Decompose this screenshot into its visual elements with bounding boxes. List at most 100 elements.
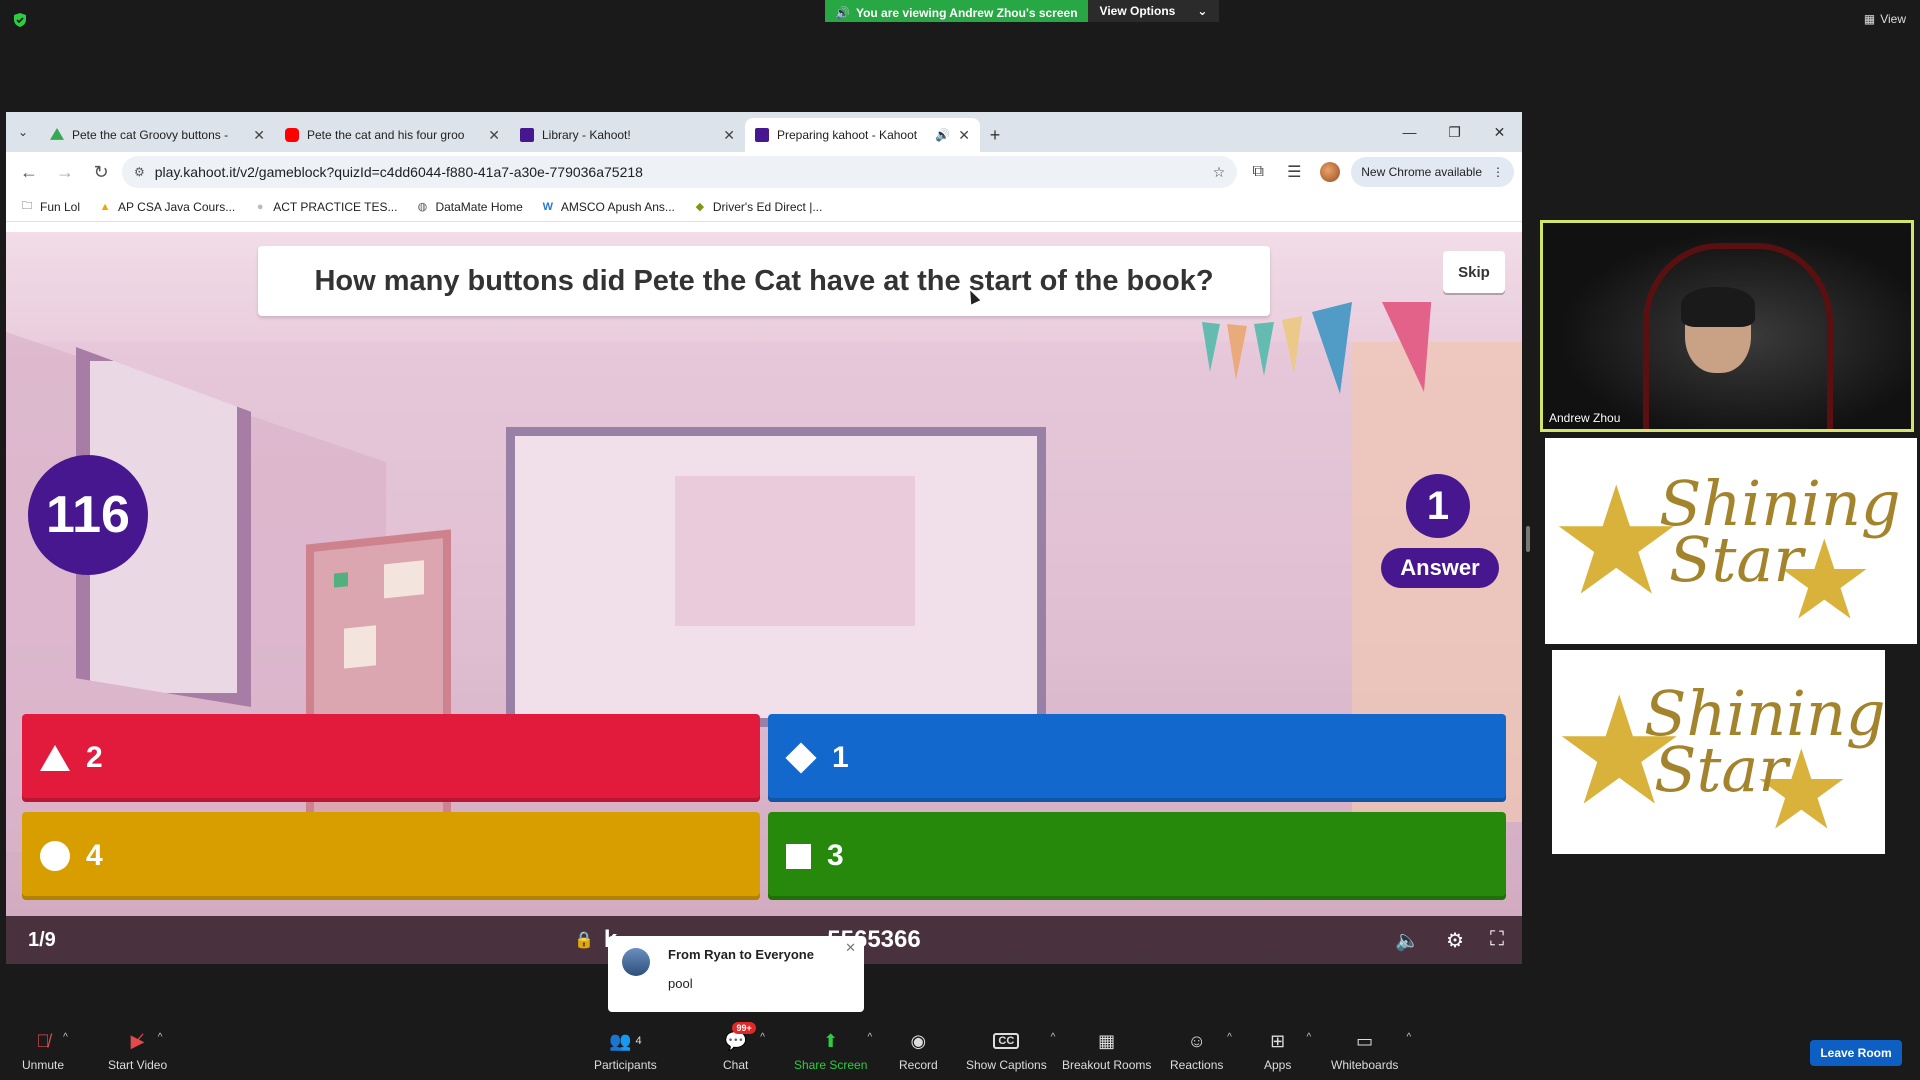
chat-notification[interactable]: From Ryan to Everyone pool ✕ (608, 936, 864, 1012)
settings-gear-icon[interactable]: ⚙ (1446, 928, 1464, 953)
shared-browser-window: ⌄ Pete the cat Groovy buttons - ✕ Pete t… (6, 112, 1522, 964)
skip-button[interactable]: Skip (1443, 251, 1505, 293)
participants-button[interactable]: 👥 4 Participants (594, 1030, 657, 1073)
globe-icon: ◍ (417, 201, 428, 213)
profile-avatar[interactable] (1315, 157, 1345, 187)
bookmark-amsco[interactable]: W AMSCO Apush Ans... (541, 200, 675, 214)
close-icon[interactable]: ✕ (845, 940, 856, 956)
view-options-label: View Options (1099, 4, 1176, 18)
extensions-icon[interactable]: ⧉ (1243, 157, 1273, 187)
chevron-up-icon[interactable]: ^ (1227, 1032, 1232, 1043)
participants-icon: 👥 4 (609, 1030, 642, 1051)
viewing-text: You are viewing Andrew Zhou's screen (855, 6, 1078, 20)
tab-title: Pete the cat and his four groo (307, 128, 465, 142)
shining-star-logo: Shining Star (1644, 683, 1885, 801)
new-tab-button[interactable]: + (980, 118, 1010, 152)
reactions-label: Reactions (1170, 1058, 1224, 1072)
restore-icon[interactable]: ❐ (1432, 112, 1477, 152)
tab-kahoot-library[interactable]: Library - Kahoot! ✕ (510, 118, 745, 152)
weebly-icon: W (542, 200, 554, 213)
close-tab-icon[interactable]: ✕ (958, 127, 970, 144)
bookmark-act-practice[interactable]: ● ACT PRACTICE TES... (253, 199, 398, 214)
site-info-icon[interactable]: ⚙ (134, 165, 145, 179)
tab-youtube-pete[interactable]: Pete the cat and his four groo ✕ (275, 118, 510, 152)
tab-title: Library - Kahoot! (542, 128, 631, 142)
close-tab-icon[interactable]: ✕ (488, 127, 500, 144)
address-bar[interactable]: ⚙ play.kahoot.it/v2/gameblock?quizId=c4d… (122, 156, 1238, 188)
security-shield-icon[interactable] (12, 12, 28, 28)
view-grid-icon: ▦ (1863, 12, 1876, 26)
tab-preparing-kahoot[interactable]: Preparing kahoot - Kahoot 🔊 ✕ (745, 118, 980, 152)
apps-button[interactable]: ⊞ ^ Apps (1264, 1030, 1312, 1073)
whiteboards-button[interactable]: ▭ ^ Whiteboards (1331, 1030, 1411, 1073)
logo-line-2: Star (1669, 522, 1803, 596)
reactions-button[interactable]: ☺ ^ Reactions (1170, 1030, 1232, 1073)
record-button[interactable]: ◉ Record (899, 1030, 938, 1073)
shining-star-logo: Shining Star (1659, 473, 1901, 591)
fullscreen-icon[interactable]: ⛶ (1490, 928, 1504, 953)
chevron-up-icon[interactable]: ^ (868, 1032, 873, 1043)
media-controls-icon[interactable]: ☰ (1279, 157, 1309, 187)
tab-search-button[interactable]: ⌄ (6, 112, 40, 152)
bookmark-drivers-ed[interactable]: ◆ Driver's Ed Direct |... (693, 200, 823, 214)
apps-icon: ⊞ ^ (1270, 1030, 1312, 1051)
start-video-button[interactable]: ▶̸ ^ Start Video (108, 1030, 167, 1073)
unmute-button[interactable]: 🎙̸ ^ Unmute (22, 1030, 68, 1073)
close-tab-icon[interactable]: ✕ (723, 127, 735, 144)
participant-tile-shining-star-2[interactable]: ★ ★ Shining Star (1552, 650, 1885, 854)
leave-room-button[interactable]: Leave Room (1810, 1040, 1902, 1066)
view-options-button[interactable]: View Options ⌄ (1087, 0, 1220, 22)
reload-icon[interactable]: ↻ (86, 157, 116, 187)
url-text: play.kahoot.it/v2/gameblock?quizId=c4dd6… (154, 164, 643, 180)
participant-video-andrew[interactable]: Andrew Zhou (1540, 220, 1914, 432)
view-button[interactable]: ▦ View (1864, 12, 1906, 26)
viewing-notice: 🔊 You are viewing Andrew Zhou's screen (825, 0, 1088, 22)
chat-button[interactable]: 💬 99+ ^ Chat (723, 1022, 765, 1072)
profile-image (1320, 162, 1341, 182)
window-controls: — ❐ ✕ (1387, 112, 1522, 152)
chevron-up-icon[interactable]: ^ (63, 1032, 68, 1043)
show-captions-button[interactable]: CC ^ Show Captions (966, 1030, 1055, 1072)
participants-count: 4 (635, 1035, 642, 1047)
question-progress: 1/9 (28, 928, 56, 951)
answer-diamond[interactable]: 1 (768, 714, 1506, 802)
close-window-icon[interactable]: ✕ (1477, 112, 1522, 152)
bookmark-fun-lol[interactable]: 🗀 Fun Lol (20, 200, 81, 214)
answer-triangle[interactable]: 2 (22, 714, 760, 802)
answer-circle[interactable]: 4 (22, 812, 760, 900)
participant-hair (1681, 287, 1755, 327)
new-chrome-label: New Chrome available (1361, 165, 1482, 179)
answer-square[interactable]: 3 (768, 812, 1506, 900)
chevron-up-icon[interactable]: ^ (158, 1032, 163, 1043)
whiteboards-label: Whiteboards (1331, 1058, 1399, 1072)
back-arrow-icon[interactable]: ← (14, 157, 44, 187)
chevron-up-icon[interactable]: ^ (1406, 1032, 1411, 1043)
breakout-rooms-button[interactable]: ▦ Breakout Rooms (1062, 1030, 1151, 1073)
captions-icon: CC ^ (993, 1030, 1055, 1052)
share-screen-button[interactable]: ⬆ ^ Share Screen (794, 1030, 872, 1073)
volume-icon[interactable]: 🔈 (1395, 928, 1420, 953)
chevron-up-icon[interactable]: ^ (760, 1032, 765, 1043)
tab-pete-groovy-buttons[interactable]: Pete the cat Groovy buttons - ✕ (40, 118, 275, 152)
lock-icon[interactable]: 🔒 (574, 930, 594, 950)
close-tab-icon[interactable]: ✕ (253, 127, 265, 144)
bookmark-datamate[interactable]: ◍ DataMate Home (415, 200, 523, 214)
answer-text: 2 (86, 741, 103, 774)
minimize-icon[interactable]: — (1387, 112, 1432, 152)
answers-count: 1 (1406, 474, 1470, 538)
chevron-up-icon[interactable]: ^ (1307, 1032, 1312, 1043)
bookmark-label: AP CSA Java Cours... (118, 199, 236, 214)
bookmark-ap-csa[interactable]: ▲ AP CSA Java Cours... (98, 199, 236, 214)
audio-playing-icon[interactable]: 🔊 (935, 128, 950, 142)
google-drive-icon (50, 128, 64, 140)
chevron-up-icon[interactable]: ^ (1051, 1032, 1056, 1043)
chat-sender: From Ryan to Everyone (668, 947, 814, 962)
view-label: View (1880, 12, 1906, 26)
split-resize-handle[interactable] (1526, 526, 1530, 552)
bookmark-star-icon[interactable]: ☆ (1213, 164, 1226, 181)
forward-arrow-icon[interactable]: → (50, 157, 80, 187)
muted-mic-icon: 🎙̸ ^ (36, 1030, 68, 1051)
new-chrome-available-button[interactable]: New Chrome available ⋮ (1351, 157, 1514, 187)
bookmark-label: ACT PRACTICE TES... (273, 199, 398, 214)
participant-tile-shining-star-1[interactable]: ★ ★ Shining Star (1545, 438, 1917, 644)
